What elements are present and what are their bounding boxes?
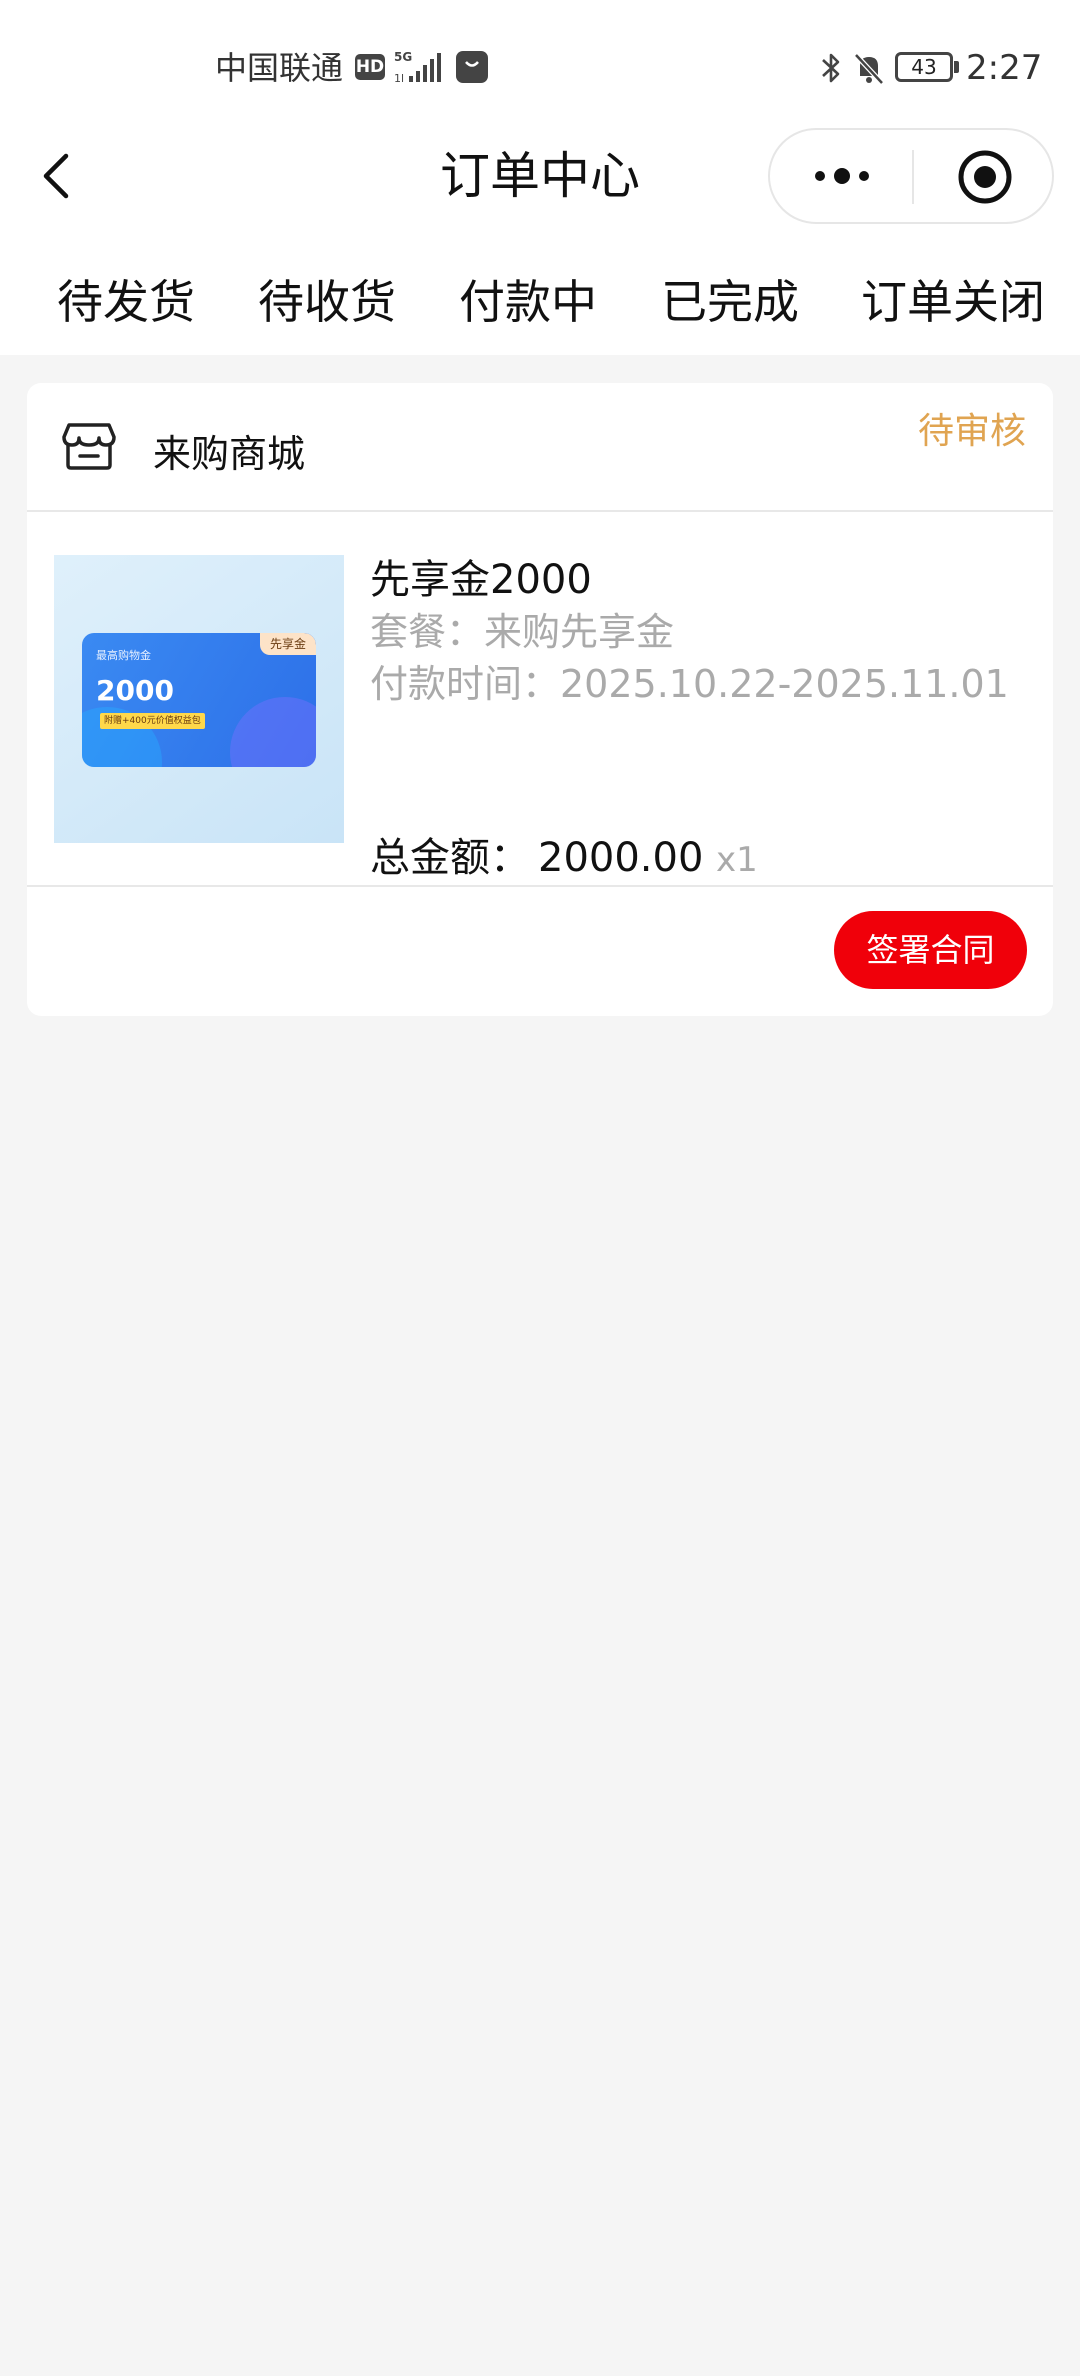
product-card-head: 最高购物金 bbox=[96, 649, 151, 662]
store-name: 来购商城 bbox=[153, 432, 306, 476]
more-icon[interactable] bbox=[810, 156, 874, 196]
order-card[interactable]: 来购商城 待审核 先享金 最高购物金 2000 附赠+400元价值权益包 先享金… bbox=[27, 383, 1053, 1016]
store-icon bbox=[62, 423, 116, 470]
product-package: 套餐：来购先享金 bbox=[370, 610, 675, 654]
payment-time: 付款时间：2025.10.22-2025.11.01 bbox=[370, 662, 1009, 706]
product-card-amount: 2000 bbox=[96, 674, 174, 707]
header-area: 中国联通 HD 5G 1l 43 2:27 订单中心 待发货 待收货 付款中 已… bbox=[0, 0, 1080, 355]
divider bbox=[27, 885, 1053, 887]
carrier-name: 中国联通 bbox=[215, 49, 344, 87]
divider bbox=[27, 510, 1053, 512]
tab-completed[interactable]: 已完成 bbox=[661, 262, 799, 342]
sign-contract-button[interactable]: 签署合同 bbox=[834, 911, 1027, 989]
svg-text:1l: 1l bbox=[394, 72, 404, 85]
order-tabs: 待发货 待收货 付款中 已完成 订单关闭 bbox=[0, 262, 1080, 342]
battery-indicator: 43 bbox=[895, 52, 953, 82]
tab-pending-receipt[interactable]: 待收货 bbox=[258, 262, 396, 342]
clock: 2:27 bbox=[966, 48, 1043, 88]
total-label: 总金额： bbox=[370, 835, 530, 881]
tab-pending-shipment[interactable]: 待发货 bbox=[57, 262, 195, 342]
bell-muted-icon bbox=[854, 53, 884, 85]
order-status-badge: 待审核 bbox=[917, 411, 1026, 452]
tab-paying[interactable]: 付款中 bbox=[459, 262, 597, 342]
total-amount: 2000.00 bbox=[538, 835, 704, 881]
tab-closed[interactable]: 订单关闭 bbox=[861, 262, 1045, 342]
quantity: x1 bbox=[716, 840, 758, 880]
close-target-icon[interactable] bbox=[956, 148, 1014, 206]
signal-5g-icon: 5G 1l bbox=[394, 50, 441, 85]
product-name: 先享金2000 bbox=[370, 557, 592, 603]
product-card-tag: 先享金 bbox=[259, 633, 316, 655]
product-card-note: 附赠+400元价值权益包 bbox=[100, 713, 205, 729]
product-card-graphic: 先享金 最高购物金 2000 附赠+400元价值权益包 bbox=[82, 633, 316, 767]
shopping-bag-icon bbox=[456, 51, 488, 83]
hd-badge: HD bbox=[355, 54, 385, 80]
status-bar: 中国联通 HD 5G 1l 43 2:27 bbox=[0, 0, 1080, 130]
battery-cap bbox=[954, 61, 959, 73]
product-image[interactable]: 先享金 最高购物金 2000 附赠+400元价值权益包 bbox=[54, 555, 344, 843]
bluetooth-icon bbox=[822, 53, 840, 83]
miniprogram-capsule bbox=[768, 128, 1054, 224]
svg-text:5G: 5G bbox=[394, 50, 412, 64]
capsule-divider bbox=[912, 150, 914, 204]
